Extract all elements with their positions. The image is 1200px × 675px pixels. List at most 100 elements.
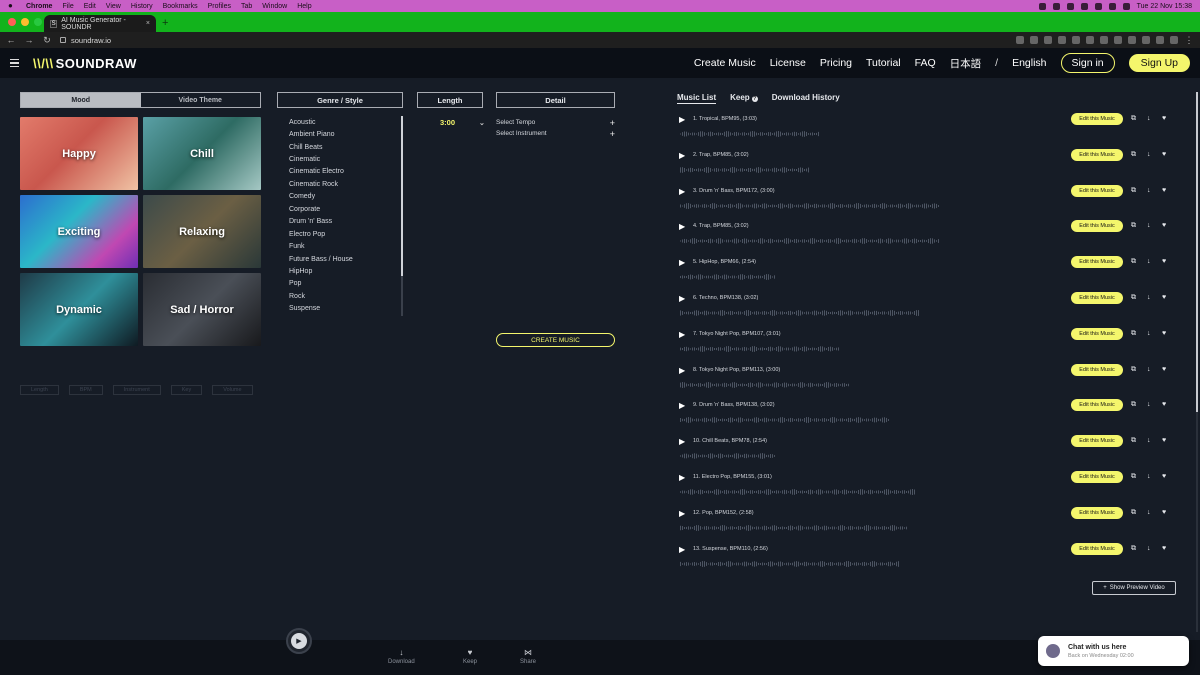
- play-icon[interactable]: ▶: [679, 509, 685, 518]
- genre-scroll-thumb[interactable]: [401, 116, 403, 276]
- copy-icon[interactable]: ⧉: [1131, 151, 1136, 159]
- minimize-window-button[interactable]: [21, 18, 29, 26]
- browser-tab[interactable]: S AI Music Generator - SOUNDR ×: [44, 15, 156, 32]
- play-icon[interactable]: ▶: [679, 473, 685, 482]
- wifi-icon[interactable]: [1094, 2, 1102, 10]
- track-row[interactable]: ▶ 10. Chill Beats, BPM78, (2:54) Edit this…: [677, 434, 1177, 470]
- genre-item[interactable]: Cinematic Rock: [289, 178, 399, 190]
- plus-icon[interactable]: +: [610, 129, 615, 139]
- menu-help[interactable]: Help: [297, 3, 311, 10]
- genre-item[interactable]: Cinematic: [289, 153, 399, 165]
- sign-in-button[interactable]: Sign in: [1060, 53, 1115, 73]
- copy-icon[interactable]: ⧉: [1131, 545, 1136, 553]
- chat-widget[interactable]: Chat with us here Back on Wednesday 02:0…: [1038, 636, 1189, 666]
- download-icon[interactable]: ↓: [1147, 545, 1151, 552]
- length-select[interactable]: 3:00 ⌄: [440, 118, 485, 127]
- waveform[interactable]: [680, 201, 940, 211]
- genre-item[interactable]: Suspense: [289, 303, 399, 315]
- genre-item[interactable]: HipHop: [289, 265, 399, 277]
- copy-icon[interactable]: ⧉: [1131, 222, 1136, 230]
- genre-item[interactable]: Corporate: [289, 203, 399, 215]
- edit-music-button[interactable]: Edit this Music: [1071, 470, 1123, 483]
- genre-item[interactable]: Funk: [289, 240, 399, 252]
- download-icon[interactable]: ↓: [1147, 151, 1151, 158]
- track-row[interactable]: ▶ 2. Trap, BPM85, (3:02) Edit this Music ⧉ ↓…: [677, 148, 1177, 184]
- waveform[interactable]: [680, 559, 900, 569]
- track-row[interactable]: ▶ 4. Trap, BPM85, (3:02) Edit this Music ⧉ ↓…: [677, 219, 1177, 255]
- address-bar[interactable]: soundraw.io: [60, 36, 111, 45]
- edit-music-button[interactable]: Edit this Music: [1071, 327, 1123, 340]
- copy-icon[interactable]: ⧉: [1131, 437, 1136, 445]
- close-window-button[interactable]: [8, 18, 16, 26]
- waveform[interactable]: [680, 236, 940, 246]
- track-row[interactable]: ▶ 6. Techno, BPM138, (3:02) Edit this Musi…: [677, 291, 1177, 327]
- genre-item[interactable]: Future Bass / House: [289, 253, 399, 265]
- nav-license[interactable]: License: [770, 57, 806, 69]
- extension-icon[interactable]: [1086, 36, 1094, 44]
- waveform[interactable]: [680, 487, 915, 497]
- genre-item[interactable]: Electro Pop: [289, 228, 399, 240]
- edit-music-button[interactable]: Edit this Music: [1071, 399, 1123, 412]
- profile-avatar-icon[interactable]: [1170, 36, 1178, 44]
- download-icon[interactable]: ↓: [1147, 473, 1151, 480]
- sign-up-button[interactable]: Sign Up: [1128, 54, 1190, 72]
- waveform[interactable]: [680, 380, 850, 390]
- mood-card-chill[interactable]: Chill: [143, 117, 261, 190]
- hamburger-menu-icon[interactable]: [10, 58, 19, 68]
- apple-icon[interactable]: ●: [8, 2, 16, 10]
- show-preview-video-button[interactable]: + Show Preview Video: [1092, 581, 1176, 595]
- status-icon[interactable]: [1052, 2, 1060, 10]
- download-icon[interactable]: ↓: [1147, 509, 1151, 516]
- status-icon[interactable]: [1080, 2, 1088, 10]
- play-icon[interactable]: ▶: [679, 437, 685, 446]
- search-icon[interactable]: [1122, 2, 1130, 10]
- mood-card-relaxing[interactable]: Relaxing: [143, 195, 261, 268]
- heart-icon[interactable]: ♥: [1162, 437, 1166, 444]
- waveform[interactable]: [680, 308, 920, 318]
- play-icon[interactable]: ▶: [679, 545, 685, 554]
- heart-icon[interactable]: ♥: [1162, 401, 1166, 408]
- back-icon[interactable]: ←: [6, 35, 16, 45]
- heart-icon[interactable]: ♥: [1162, 509, 1166, 516]
- play-icon[interactable]: ▶: [679, 222, 685, 231]
- heart-icon[interactable]: ♥: [1162, 545, 1166, 552]
- volume-icon[interactable]: [1108, 2, 1116, 10]
- heart-icon[interactable]: ♥: [1162, 187, 1166, 194]
- waveform[interactable]: [680, 165, 810, 175]
- nav-tutorial[interactable]: Tutorial: [866, 57, 901, 69]
- genre-item[interactable]: Chill Beats: [289, 141, 399, 153]
- download-icon[interactable]: ↓: [1147, 222, 1151, 229]
- genre-item[interactable]: Pop: [289, 278, 399, 290]
- copy-icon[interactable]: ⧉: [1131, 187, 1136, 195]
- mood-card-exciting[interactable]: Exciting: [20, 195, 138, 268]
- reload-icon[interactable]: ↻: [42, 35, 52, 46]
- tab-mood[interactable]: Mood: [21, 93, 141, 107]
- download-icon[interactable]: ↓: [1147, 187, 1151, 194]
- player-play-button[interactable]: ▶: [286, 628, 312, 654]
- waveform[interactable]: [680, 523, 908, 533]
- tab-video-theme[interactable]: Video Theme: [141, 93, 261, 107]
- download-icon[interactable]: ↓: [1147, 366, 1151, 373]
- copy-icon[interactable]: ⧉: [1131, 115, 1136, 123]
- menu-file[interactable]: File: [62, 3, 73, 10]
- extension-icon[interactable]: [1030, 36, 1038, 44]
- heart-icon[interactable]: ♥: [1162, 115, 1166, 122]
- download-icon[interactable]: ↓: [1147, 294, 1151, 301]
- mood-card-sad-horror[interactable]: Sad / Horror: [143, 273, 261, 346]
- nav-faq[interactable]: FAQ: [915, 57, 936, 69]
- edit-music-button[interactable]: Edit this Music: [1071, 256, 1123, 269]
- keep-action[interactable]: ♥ Keep: [463, 648, 477, 665]
- lang-japanese[interactable]: 日本語: [950, 56, 982, 71]
- play-icon[interactable]: ▶: [679, 330, 685, 339]
- logo[interactable]: \\/\\ SOUNDRAW: [33, 56, 137, 71]
- extension-icon[interactable]: [1142, 36, 1150, 44]
- copy-icon[interactable]: ⧉: [1131, 366, 1136, 374]
- menu-profiles[interactable]: Profiles: [208, 3, 231, 10]
- menu-view[interactable]: View: [106, 3, 121, 10]
- genre-scrollbar[interactable]: [401, 116, 403, 316]
- play-icon[interactable]: ▶: [679, 258, 685, 267]
- extension-icon[interactable]: [1128, 36, 1136, 44]
- tab-download-history[interactable]: Download History: [772, 93, 840, 104]
- play-icon[interactable]: ▶: [679, 151, 685, 160]
- heart-icon[interactable]: ♥: [1162, 330, 1166, 337]
